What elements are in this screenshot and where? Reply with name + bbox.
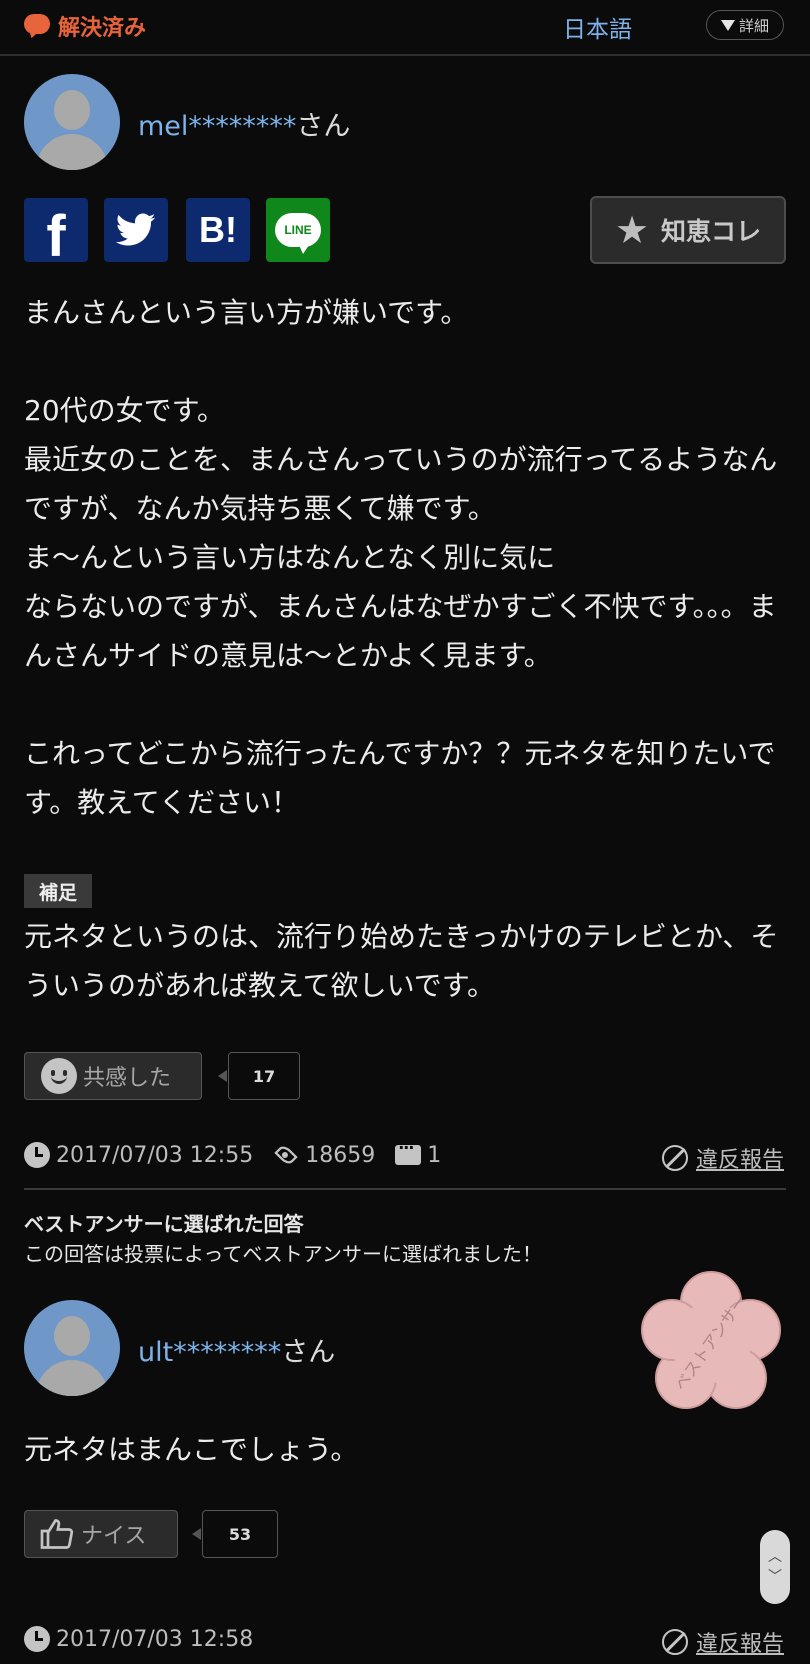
comment-icon [395, 1138, 422, 1165]
empathy-count: 17 [218, 1052, 300, 1100]
answer-timestamp: 2017/07/03 12:58 [56, 1626, 254, 1652]
top-bar: 解決済み 日本語 詳細 [0, 0, 810, 56]
eye-icon [274, 1143, 298, 1167]
clock-icon [24, 1142, 50, 1168]
chevron-down-icon[interactable]: ﹀ [768, 1570, 782, 1584]
nice-label: ナイス [81, 1524, 147, 1549]
report-question-link[interactable]: 違反報告 [661, 1142, 784, 1174]
hatena-icon: B! [199, 209, 237, 250]
questioner-name[interactable]: mel********さん [138, 104, 350, 143]
answerer-id[interactable]: ult******** [138, 1337, 281, 1368]
view-count: 18659 [305, 1142, 376, 1168]
line-share-button[interactable]: LINE [266, 198, 330, 262]
twitter-share-button[interactable] [104, 198, 168, 262]
hatena-bookmark-button[interactable]: B! [186, 198, 250, 262]
report-label[interactable]: 違反報告 [696, 1142, 784, 1174]
details-label: 詳細 [738, 16, 769, 35]
question-timestamp: 2017/07/03 12:55 [56, 1142, 254, 1168]
facebook-share-button[interactable]: f [24, 198, 88, 269]
report-label[interactable]: 違反報告 [696, 1626, 784, 1658]
question-body: まんさんという言い方が嫌いです。 20代の女です。 最近女のことを、まんさんって… [24, 296, 778, 819]
report-answer-link[interactable]: 違反報告 [661, 1626, 784, 1658]
supplement-tag: 補足 [24, 874, 92, 908]
divider [24, 1188, 786, 1190]
answerer-suffix: さん [281, 1337, 336, 1368]
empathy-label: 共感した [83, 1066, 172, 1091]
answer-meta: 2017/07/03 12:58 [24, 1626, 253, 1652]
smile-icon [41, 1058, 77, 1094]
facebook-icon: f [46, 203, 66, 269]
chevron-up-icon[interactable]: ︿ [768, 1550, 782, 1564]
nice-button[interactable]: ナイス [24, 1510, 178, 1558]
answerer-avatar[interactable] [24, 1300, 120, 1396]
questioner-suffix: さん [296, 111, 351, 142]
question-meta: 2017/07/03 12:55 18659 1 [24, 1138, 442, 1168]
nice-count: 53 [192, 1510, 278, 1558]
star-icon: ★ [614, 208, 650, 252]
clock-icon [24, 1626, 50, 1652]
prohibited-icon [661, 1629, 688, 1655]
details-button[interactable]: 詳細 [706, 10, 784, 40]
resolved-label: 解決済み [58, 16, 147, 41]
language-link[interactable]: 日本語 [563, 10, 632, 44]
triangle-down-icon [720, 19, 735, 31]
best-answer-subtitle: この回答は投票によってベストアンサーに選ばれました！ [24, 1242, 542, 1266]
supplement-body: 元ネタというのは、流行り始めたきっかけのテレビとか、そういうのがあれば教えて欲し… [24, 920, 779, 1002]
twitter-bird-icon [116, 213, 156, 246]
resolved-status: 解決済み [24, 10, 146, 42]
answerer-name[interactable]: ult********さん [138, 1330, 335, 1369]
answer-body: 元ネタはまんこでしょう。 [24, 1433, 359, 1466]
empathy-button[interactable]: 共感した [24, 1052, 202, 1100]
prohibited-icon [661, 1145, 688, 1171]
questioner-id[interactable]: mel******** [138, 111, 296, 142]
chie-collection-button[interactable]: ★ 知恵コレ [590, 196, 786, 264]
best-answer-stamp-icon: ベストアンサー [641, 1271, 781, 1409]
answer-count: 1 [427, 1142, 442, 1168]
questioner-avatar[interactable] [24, 74, 120, 170]
best-answer-title: ベストアンサーに選ばれた回答 [24, 1212, 304, 1236]
thumbs-up-icon [40, 1519, 74, 1549]
chie-collection-label: 知恵コレ [661, 217, 762, 246]
scroll-buttons[interactable]: ︿ ﹀ [760, 1530, 790, 1604]
speech-bubble-icon [24, 14, 50, 38]
line-icon: LINE [275, 213, 321, 254]
